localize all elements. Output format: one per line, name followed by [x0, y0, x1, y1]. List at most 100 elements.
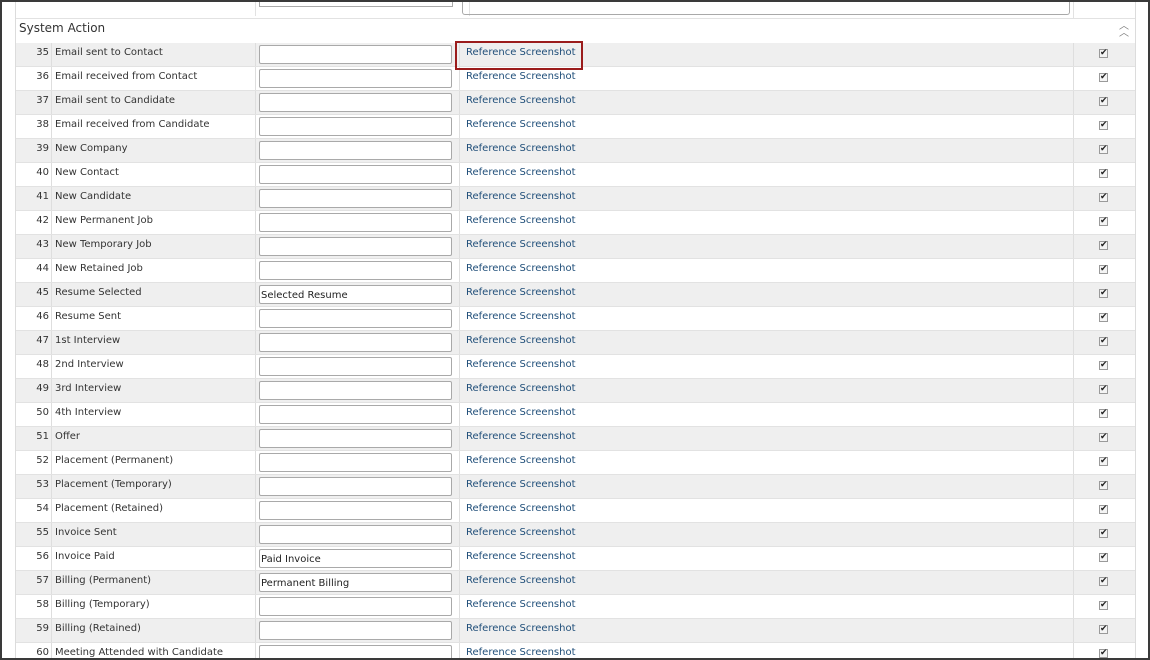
- reference-screenshot-link[interactable]: Reference Screenshot: [466, 647, 576, 658]
- reference-screenshot-link[interactable]: Reference Screenshot: [466, 167, 576, 178]
- action-name-input[interactable]: [259, 237, 452, 256]
- column-divider: [1073, 163, 1074, 186]
- column-divider: [459, 403, 460, 426]
- action-name-input[interactable]: Paid Invoice: [259, 549, 452, 568]
- reference-screenshot-link[interactable]: Reference Screenshot: [466, 311, 576, 322]
- column-divider: [51, 331, 52, 354]
- previous-row-check-cell: [1073, 2, 1074, 18]
- reference-screenshot-link[interactable]: Reference Screenshot: [466, 215, 576, 226]
- enabled-checkbox[interactable]: ✔: [1099, 265, 1108, 274]
- reference-screenshot-link[interactable]: Reference Screenshot: [466, 191, 576, 202]
- reference-screenshot-link[interactable]: Reference Screenshot: [466, 407, 576, 418]
- action-name-input[interactable]: [259, 93, 452, 112]
- enabled-checkbox[interactable]: ✔: [1099, 145, 1108, 154]
- enabled-checkbox[interactable]: ✔: [1099, 361, 1108, 370]
- action-name-input[interactable]: Permanent Billing: [259, 573, 452, 592]
- reference-screenshot-link[interactable]: Reference Screenshot: [466, 359, 576, 370]
- reference-screenshot-link[interactable]: Reference Screenshot: [466, 599, 576, 610]
- enabled-checkbox[interactable]: ✔: [1099, 481, 1108, 490]
- reference-screenshot-link[interactable]: Reference Screenshot: [466, 143, 576, 154]
- reference-screenshot-link[interactable]: Reference Screenshot: [466, 575, 576, 586]
- enabled-checkbox[interactable]: ✔: [1099, 97, 1108, 106]
- enabled-checkbox[interactable]: ✔: [1099, 409, 1108, 418]
- action-name-input[interactable]: [259, 381, 452, 400]
- action-name-input[interactable]: [259, 117, 452, 136]
- action-name-input[interactable]: [259, 645, 452, 658]
- column-divider: [51, 499, 52, 522]
- reference-screenshot-link[interactable]: Reference Screenshot: [466, 71, 576, 82]
- enabled-checkbox[interactable]: ✔: [1099, 121, 1108, 130]
- enabled-checkbox[interactable]: ✔: [1099, 385, 1108, 394]
- reference-screenshot-link[interactable]: Reference Screenshot: [466, 551, 576, 562]
- reference-screenshot-link[interactable]: Reference Screenshot: [466, 431, 576, 442]
- column-divider: [255, 523, 256, 546]
- enabled-checkbox[interactable]: ✔: [1099, 289, 1108, 298]
- reference-screenshot-link[interactable]: Reference Screenshot: [466, 623, 576, 634]
- enabled-checkbox[interactable]: ✔: [1099, 337, 1108, 346]
- action-name-input[interactable]: [259, 525, 452, 544]
- action-name-input[interactable]: [259, 501, 452, 520]
- action-name-input[interactable]: [259, 477, 452, 496]
- column-divider: [51, 643, 52, 658]
- reference-screenshot-link[interactable]: Reference Screenshot: [466, 287, 576, 298]
- enabled-checkbox[interactable]: ✔: [1099, 505, 1108, 514]
- reference-screenshot-link[interactable]: Reference Screenshot: [466, 263, 576, 274]
- column-divider: [1073, 499, 1074, 522]
- action-name-input[interactable]: [259, 261, 452, 280]
- column-divider: [1073, 643, 1074, 658]
- enabled-checkbox[interactable]: ✔: [1099, 73, 1108, 82]
- action-name-input[interactable]: [259, 69, 452, 88]
- enabled-checkbox[interactable]: ✔: [1099, 601, 1108, 610]
- row-number: 54: [36, 503, 49, 514]
- enabled-checkbox[interactable]: ✔: [1099, 553, 1108, 562]
- action-name-input[interactable]: [259, 213, 452, 232]
- action-name-input[interactable]: [259, 309, 452, 328]
- reference-screenshot-link[interactable]: Reference Screenshot: [466, 479, 576, 490]
- action-name-input[interactable]: [259, 45, 452, 64]
- window-frame: System Action ︿ ︿ 35 Email sent to Contact…: [0, 0, 1150, 660]
- action-label: Resume Selected: [55, 287, 142, 298]
- action-name-input[interactable]: [259, 621, 452, 640]
- column-divider: [51, 307, 52, 330]
- enabled-checkbox[interactable]: ✔: [1099, 169, 1108, 178]
- table-row: 40 New Contact Reference Screenshot ✔: [16, 163, 1135, 187]
- reference-screenshot-link[interactable]: Reference Screenshot: [466, 239, 576, 250]
- table-row: 45 Resume Selected Selected Resume Referenc…: [16, 283, 1135, 307]
- action-name-input[interactable]: [259, 165, 452, 184]
- action-name-input[interactable]: [259, 429, 452, 448]
- reference-screenshot-link[interactable]: Reference Screenshot: [466, 503, 576, 514]
- enabled-checkbox[interactable]: ✔: [1099, 649, 1108, 658]
- enabled-checkbox[interactable]: ✔: [1099, 577, 1108, 586]
- enabled-checkbox[interactable]: ✔: [1099, 529, 1108, 538]
- reference-screenshot-link[interactable]: Reference Screenshot: [466, 119, 576, 130]
- enabled-checkbox[interactable]: ✔: [1099, 193, 1108, 202]
- column-divider: [1073, 235, 1074, 258]
- reference-screenshot-link[interactable]: Reference Screenshot: [466, 527, 576, 538]
- reference-screenshot-link[interactable]: Reference Screenshot: [466, 383, 576, 394]
- action-label: New Retained Job: [55, 263, 143, 274]
- action-name-input[interactable]: Selected Resume: [259, 285, 452, 304]
- action-name-input[interactable]: [259, 453, 452, 472]
- action-name-input[interactable]: [259, 141, 452, 160]
- reference-screenshot-link[interactable]: Reference Screenshot: [466, 95, 576, 106]
- action-name-input[interactable]: [259, 333, 452, 352]
- reference-screenshot-link[interactable]: Reference Screenshot: [466, 455, 576, 466]
- previous-row-comment-textarea[interactable]: [462, 2, 1070, 15]
- enabled-checkbox[interactable]: ✔: [1099, 313, 1108, 322]
- table-row: 46 Resume Sent Reference Screenshot ✔: [16, 307, 1135, 331]
- action-name-input[interactable]: [259, 405, 452, 424]
- reference-screenshot-link[interactable]: Reference Screenshot: [466, 335, 576, 346]
- enabled-checkbox[interactable]: ✔: [1099, 433, 1108, 442]
- action-name-input[interactable]: [259, 189, 452, 208]
- enabled-checkbox[interactable]: ✔: [1099, 625, 1108, 634]
- row-number: 41: [36, 191, 49, 202]
- enabled-checkbox[interactable]: ✔: [1099, 217, 1108, 226]
- enabled-checkbox[interactable]: ✔: [1099, 241, 1108, 250]
- previous-row-input[interactable]: [259, 2, 453, 7]
- row-number: 55: [36, 527, 49, 538]
- action-name-input[interactable]: [259, 597, 452, 616]
- enabled-checkbox[interactable]: ✔: [1099, 49, 1108, 58]
- enabled-checkbox[interactable]: ✔: [1099, 457, 1108, 466]
- double-chevron-up-icon[interactable]: ︿ ︿: [1117, 22, 1131, 39]
- action-name-input[interactable]: [259, 357, 452, 376]
